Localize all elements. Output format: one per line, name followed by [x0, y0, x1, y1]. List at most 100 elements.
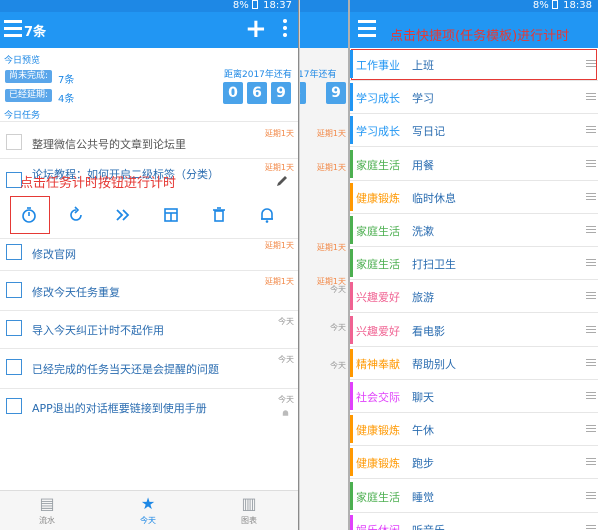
menu-icon[interactable]	[358, 20, 376, 40]
template-row[interactable]: 健康锻炼 跑步	[350, 446, 598, 480]
countdown-digit: 9	[271, 82, 291, 104]
task-checkbox[interactable]	[6, 244, 22, 260]
drag-handle-icon[interactable]	[586, 458, 596, 467]
app-bar	[300, 12, 350, 48]
task-row[interactable]: 已经完成的任务当天还是会提醒的问题 今天	[0, 352, 298, 390]
task-count-title: 7条	[24, 25, 47, 40]
drag-handle-icon[interactable]	[586, 358, 596, 368]
drag-handle-icon[interactable]	[586, 226, 596, 235]
template-category: 健康锻炼	[356, 424, 400, 438]
template-annotation: 点击快捷项(任务模板)进行计时	[390, 29, 570, 44]
template-row[interactable]: 家庭生活 用餐	[350, 148, 598, 181]
template-row[interactable]: 精神奉献 帮助别人	[350, 347, 598, 380]
nav-tab-chart[interactable]: ▥ 图表	[219, 495, 279, 526]
task-row[interactable]: 修改今天任务重复 延期1天	[0, 274, 298, 312]
template-category: 家庭生活	[356, 490, 400, 504]
add-icon[interactable]: +	[245, 16, 267, 42]
clock: 18:37	[263, 0, 292, 11]
more-options-icon[interactable]	[283, 19, 287, 40]
template-row[interactable]: 家庭生活 洗漱	[350, 214, 598, 247]
template-row[interactable]: 学习成长 学习	[350, 81, 598, 115]
template-row[interactable]: 家庭生活 睡觉	[350, 480, 598, 513]
template-task: 旅游	[412, 291, 434, 305]
status-bar	[300, 0, 350, 12]
template-task: 上班	[412, 59, 434, 72]
category-color-bar	[350, 315, 353, 344]
category-color-bar	[350, 249, 353, 278]
nav-tab-flow[interactable]: ▤ 流水	[17, 495, 77, 526]
refresh-icon[interactable]	[67, 206, 85, 224]
category-color-bar	[350, 514, 353, 530]
task-checkbox[interactable]	[6, 320, 22, 336]
template-row[interactable]: 兴趣爱好 旅游	[350, 280, 598, 314]
nav-tab-label: 图表	[241, 516, 257, 525]
drag-handle-icon[interactable]	[586, 292, 596, 301]
task-status-tag: 今天	[278, 317, 294, 326]
task-status-tag: 延期1天	[264, 163, 294, 172]
drag-handle-icon[interactable]	[586, 425, 596, 434]
template-task: 用餐	[412, 158, 434, 172]
pending-pill: 尚未完成:	[5, 70, 53, 83]
drag-handle-icon[interactable]	[586, 60, 596, 69]
template-task: 跑步	[412, 457, 434, 471]
task-status-tag: 延期1天	[316, 243, 346, 252]
drag-handle-icon[interactable]	[586, 126, 596, 135]
template-row[interactable]: 健康锻炼 临时休息	[350, 181, 598, 214]
template-row[interactable]: 兴趣爱好 看电影	[350, 314, 598, 347]
task-checkbox[interactable]	[6, 359, 22, 375]
category-color-bar	[350, 481, 353, 510]
template-row[interactable]: 工作事业 上班	[350, 48, 598, 81]
template-category: 家庭生活	[356, 158, 400, 172]
menu-icon[interactable]	[4, 20, 22, 40]
countdown-digit: 0	[223, 82, 243, 104]
task-row[interactable]: 导入今天纠正计时不起作用 今天	[0, 314, 298, 352]
task-row[interactable]: APP退出的对话框要链接到使用手册 今天	[0, 392, 298, 430]
drag-handle-icon[interactable]	[586, 392, 596, 401]
task-row[interactable]: 修改官网 延期1天	[0, 240, 298, 278]
task-status-tag: 延期1天	[264, 277, 294, 286]
template-task: 午休	[412, 424, 434, 438]
template-task: 洗漱	[412, 225, 434, 238]
task-checkbox[interactable]	[6, 134, 22, 150]
template-row[interactable]: 社会交际 聊天	[350, 380, 598, 413]
task-checkbox[interactable]	[6, 282, 22, 298]
layout-icon[interactable]	[162, 206, 180, 224]
drag-handle-icon[interactable]	[586, 325, 596, 335]
task-row[interactable]: 整理微信公共号的文章到论坛里 延期1天	[0, 124, 298, 162]
drag-handle-icon[interactable]	[586, 159, 596, 169]
drag-handle-icon[interactable]	[586, 93, 596, 102]
task-title: 整理微信公共号的文章到论坛里	[32, 138, 186, 151]
edit-icon[interactable]	[275, 174, 289, 188]
category-color-bar	[350, 415, 353, 444]
task-status-tag: 延期1天	[316, 129, 346, 138]
app-bar: 7条 +	[0, 12, 298, 48]
nav-tab-today[interactable]: ★ 今天	[118, 495, 178, 526]
template-row[interactable]: 健康锻炼 午休	[350, 413, 598, 447]
countdown-caption: 距离2017年还有	[224, 70, 292, 80]
task-checkbox[interactable]	[6, 398, 22, 414]
category-color-bar	[350, 182, 353, 211]
task-title: 导入今天纠正计时不起作用	[32, 324, 164, 337]
template-row[interactable]: 家庭生活 打扫卫生	[350, 247, 598, 281]
fast-forward-icon[interactable]	[114, 206, 132, 224]
template-category: 家庭生活	[356, 258, 400, 272]
drag-handle-icon[interactable]	[586, 192, 596, 202]
template-task: 睡觉	[412, 490, 434, 504]
category-color-bar	[350, 448, 353, 477]
drag-handle-icon[interactable]	[586, 524, 596, 530]
delete-icon[interactable]	[210, 206, 228, 224]
drag-handle-icon[interactable]	[586, 491, 596, 501]
overdue-pill: 已经延期:	[5, 89, 53, 102]
task-status-tag: 今天	[330, 323, 346, 332]
template-row[interactable]: 娱乐休闲 听音乐	[350, 513, 598, 530]
bell-icon[interactable]	[258, 206, 276, 224]
task-status-tag: 延期1天	[264, 241, 294, 250]
category-color-bar	[350, 382, 353, 410]
drag-handle-icon[interactable]	[586, 259, 596, 268]
template-category: 社会交际	[356, 391, 400, 404]
nav-tab-label: 今天	[140, 516, 156, 525]
template-category: 健康锻炼	[356, 191, 400, 205]
template-row[interactable]: 学习成长 写日记	[350, 114, 598, 148]
phone-screen-peek: 17年还有 6 9 延期1天 延期1天 延期1天 延期1天 今天 今天 今天	[300, 0, 350, 530]
template-task: 写日记	[412, 125, 445, 139]
